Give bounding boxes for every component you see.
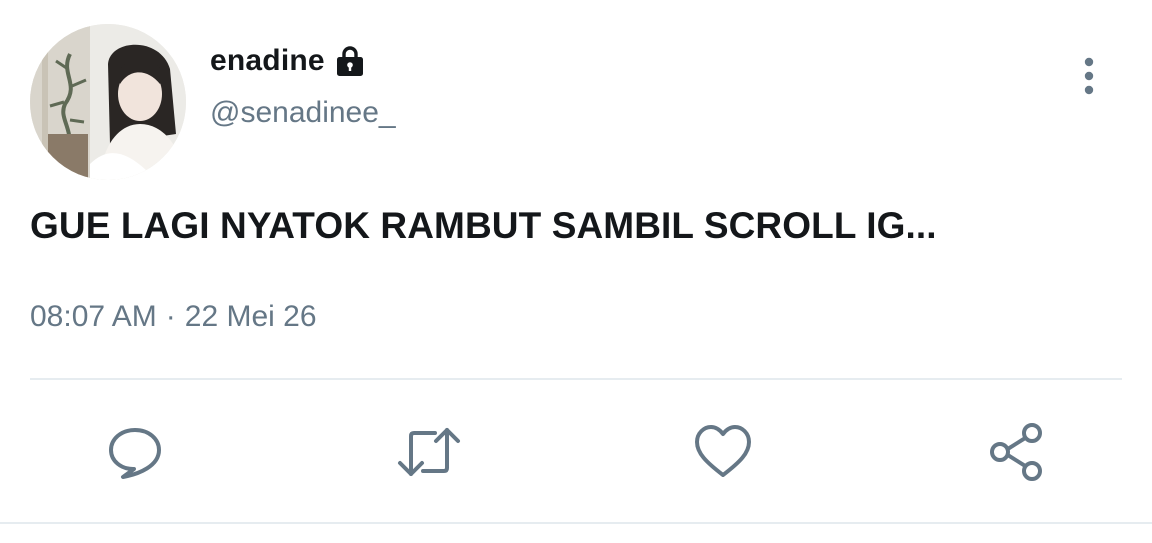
retweet-icon — [398, 428, 460, 476]
tweet-date: 22 Mei 26 — [184, 300, 317, 333]
share-button[interactable] — [983, 418, 1051, 486]
more-options-button[interactable] — [1070, 52, 1108, 100]
share-icon — [990, 423, 1042, 481]
display-name-row: enadine — [210, 40, 367, 82]
like-button[interactable] — [689, 418, 757, 486]
more-vertical-icon — [1084, 57, 1094, 95]
meta-separator: · — [165, 300, 176, 333]
tweet-time: 08:07 AM — [30, 300, 157, 333]
avatar-image — [30, 24, 186, 180]
lock-icon — [333, 44, 367, 78]
tweet-card: enadine @senadinee_ GUE LAGI NYATOK RAMB… — [0, 0, 1152, 543]
display-name[interactable]: enadine — [210, 44, 325, 78]
divider — [30, 378, 1122, 380]
divider — [0, 522, 1152, 524]
reply-button[interactable] — [101, 418, 169, 486]
tweet-timestamp: 08:07 AM · 22 Mei 26 — [30, 300, 317, 334]
heart-icon — [695, 425, 751, 477]
user-handle[interactable]: @senadinee_ — [210, 96, 396, 130]
tweet-text: GUE LAGI NYATOK RAMBUT SAMBIL SCROLL IG.… — [30, 205, 937, 246]
comment-icon — [109, 428, 161, 479]
avatar[interactable] — [30, 24, 186, 180]
retweet-button[interactable] — [395, 418, 463, 486]
